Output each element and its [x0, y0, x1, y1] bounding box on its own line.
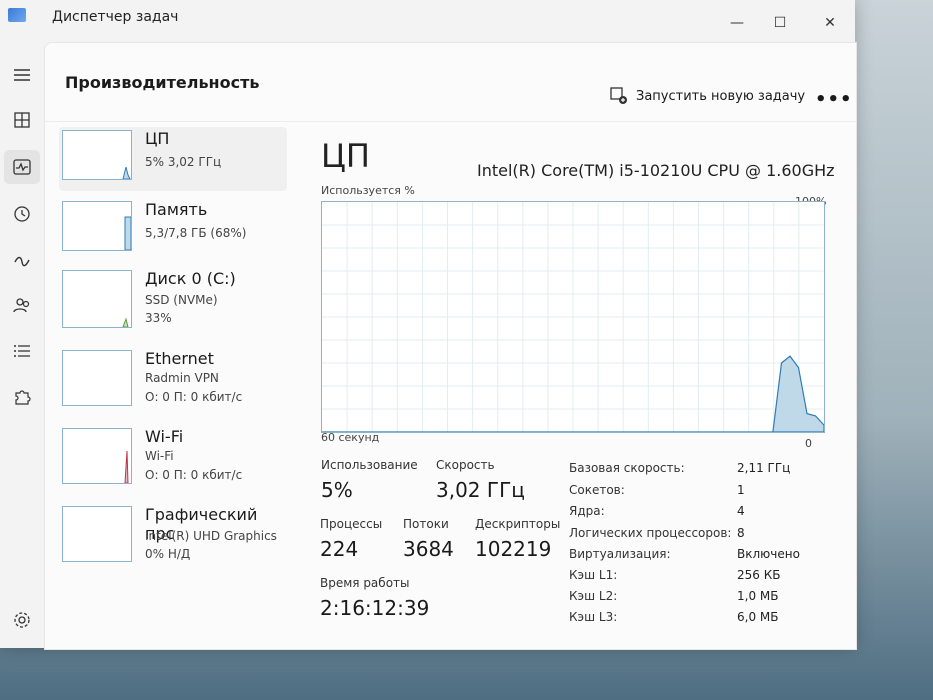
threads-label: Потоки [403, 517, 449, 531]
sockets-label: Сокетов: [569, 483, 625, 497]
device-item-memory[interactable]: Память 5,3/7,8 ГБ (68%) [59, 198, 287, 262]
l1-cache-value: 256 КБ [737, 568, 781, 582]
hamburger-icon [14, 69, 30, 81]
minimize-button[interactable]: — [722, 12, 752, 34]
nav-processes[interactable] [4, 103, 40, 137]
device-item-ethernet[interactable]: Ethernet Radmin VPN О: 0 П: 0 кбит/с [59, 347, 287, 411]
device-detail: Intel(R) UHD Graphics [145, 529, 277, 543]
cpu-usage-chart [321, 201, 825, 433]
history-icon [14, 206, 30, 222]
new-task-icon [610, 87, 627, 104]
maximize-button[interactable]: ☐ [765, 12, 795, 34]
window-title: Диспетчер задач [52, 9, 179, 25]
virtualization-value: Включено [737, 547, 800, 561]
logical-processors-label: Логических процессоров: [569, 526, 732, 540]
title-bar: Диспетчер задач — ☐ ✕ [0, 0, 855, 40]
chart-y-label: Используется % [321, 184, 415, 197]
page-title: Производительность [65, 73, 260, 92]
task-manager-app-icon [8, 8, 26, 22]
cores-value: 4 [737, 504, 745, 518]
hamburger-menu-button[interactable] [4, 58, 40, 92]
device-detail: 5,3/7,8 ГБ (68%) [145, 226, 247, 240]
sockets-value: 1 [737, 483, 745, 497]
base-speed-label: Базовая скорость: [569, 461, 685, 475]
threads-value: 3684 [403, 537, 454, 561]
details-list-icon [14, 345, 30, 357]
speed-label: Скорость [436, 458, 495, 472]
device-detail: Wi-Fi [145, 449, 174, 463]
performance-panel: Производительность Запустить новую задач… [44, 42, 857, 650]
disk-thumbnail-graph [62, 270, 132, 328]
device-detail-secondary: 33% [145, 311, 172, 325]
usage-value: 5% [321, 478, 353, 502]
chart-time-label: 60 секунд [321, 431, 380, 444]
nav-services[interactable] [4, 380, 40, 414]
processes-icon [14, 112, 30, 128]
device-name: Диск 0 (C:) [145, 269, 236, 288]
more-options-button[interactable]: ••• [815, 89, 853, 110]
l2-cache-label: Кэш L2: [569, 589, 618, 603]
uptime-value: 2:16:12:39 [320, 596, 430, 620]
l2-cache-value: 1,0 МБ [737, 589, 779, 603]
gpu-thumbnail-graph [62, 506, 132, 562]
header-divider [45, 121, 856, 122]
l1-cache-label: Кэш L1: [569, 568, 618, 582]
run-new-task-button[interactable]: Запустить новую задачу [610, 87, 805, 105]
task-manager-window: Диспетчер задач — ☐ ✕ Производительность… [0, 0, 857, 650]
device-detail-secondary: О: 0 П: 0 кбит/с [145, 390, 243, 404]
cpu-heading: ЦП [321, 137, 370, 175]
startup-icon [14, 256, 30, 267]
nav-performance[interactable] [4, 150, 40, 184]
close-button[interactable]: ✕ [815, 12, 845, 34]
device-detail: SSD (NVMe) [145, 293, 218, 307]
device-name: ЦП [145, 129, 170, 148]
nav-startup-apps[interactable] [4, 243, 40, 277]
uptime-label: Время работы [320, 576, 410, 590]
nav-app-history[interactable] [4, 197, 40, 231]
device-item-gpu[interactable]: Графический прс Intel(R) UHD Graphics 0%… [59, 503, 287, 567]
l3-cache-label: Кэш L3: [569, 610, 618, 624]
chart-min-label: 0 [805, 437, 812, 450]
wifi-thumbnail-graph [62, 428, 132, 484]
speed-value: 3,02 ГГц [436, 478, 525, 502]
users-icon [13, 298, 30, 313]
performance-icon [13, 159, 31, 175]
cores-label: Ядра: [569, 504, 605, 518]
device-name: Wi-Fi [145, 427, 184, 446]
device-detail: 5% 3,02 ГГц [145, 155, 222, 169]
device-detail: Radmin VPN [145, 371, 219, 385]
navigation-sidebar [0, 40, 44, 648]
handles-label: Дескрипторы [475, 517, 561, 531]
logical-processors-value: 8 [737, 526, 745, 540]
device-name: Память [145, 200, 208, 219]
usage-label: Использование [321, 458, 418, 472]
gear-icon [14, 612, 30, 628]
run-new-task-label: Запустить новую задачу [636, 88, 806, 104]
device-detail-secondary: 0% Н/Д [145, 547, 191, 561]
nav-details[interactable] [4, 334, 40, 368]
handles-value: 102219 [475, 537, 552, 561]
l3-cache-value: 6,0 МБ [737, 610, 779, 624]
cpu-thumbnail-graph [62, 130, 132, 180]
nav-users[interactable] [4, 288, 40, 322]
device-name: Ethernet [145, 349, 214, 368]
processes-value: 224 [320, 537, 359, 561]
services-puzzle-icon [15, 390, 31, 405]
device-detail-secondary: О: 0 П: 0 кбит/с [145, 468, 243, 482]
cpu-usage-svg [322, 202, 825, 433]
device-item-wifi[interactable]: Wi-Fi Wi-Fi О: 0 П: 0 кбит/с [59, 425, 287, 489]
device-item-disk[interactable]: Диск 0 (C:) SSD (NVMe) 33% [59, 267, 287, 331]
nav-settings[interactable] [4, 603, 40, 637]
processes-label: Процессы [320, 517, 383, 531]
ethernet-thumbnail-graph [62, 350, 132, 406]
cpu-model-name: Intel(R) Core(TM) i5-10210U CPU @ 1.60GH… [477, 161, 835, 180]
device-item-cpu[interactable]: ЦП 5% 3,02 ГГц [59, 127, 287, 191]
base-speed-value: 2,11 ГГц [737, 461, 791, 475]
memory-thumbnail-graph [62, 201, 132, 251]
virtualization-label: Виртуализация: [569, 547, 671, 561]
